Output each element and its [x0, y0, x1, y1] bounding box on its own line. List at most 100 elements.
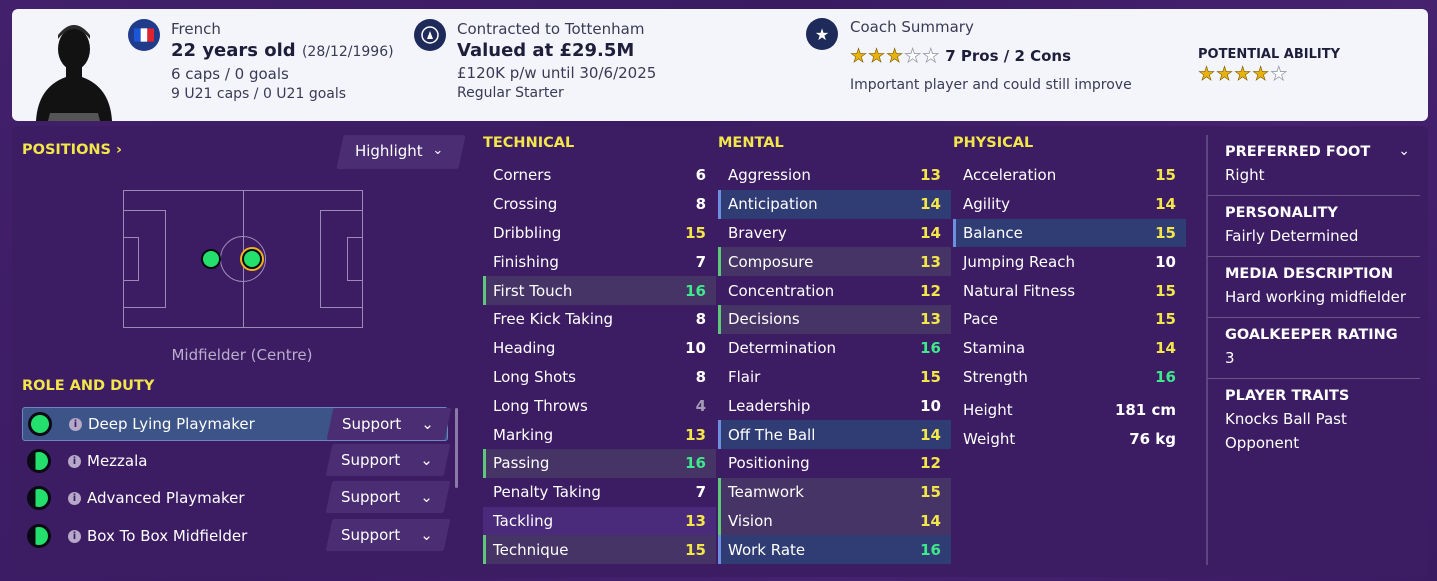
attribute-name: Leadership	[728, 396, 811, 415]
role-row[interactable]: i Mezzala Support ⌄	[22, 444, 451, 478]
attribute-row-technique[interactable]: Technique 15	[483, 535, 716, 565]
highlight-dropdown[interactable]: Highlight ⌄	[336, 135, 466, 169]
attribute-row-free-kick-taking[interactable]: Free Kick Taking 8	[483, 305, 716, 334]
chevron-down-icon: ⌄	[420, 488, 433, 506]
attribute-row-concentration[interactable]: Concentration 12	[718, 276, 951, 305]
preferred-foot: Right	[1225, 166, 1265, 184]
attribute-row-crossing[interactable]: Crossing 8	[483, 190, 716, 219]
attribute-row-marking[interactable]: Marking 13	[483, 420, 716, 449]
club-crest-icon[interactable]	[414, 19, 446, 51]
goalkeeper-rating: 3	[1225, 349, 1235, 367]
attribute-row-strength[interactable]: Strength 16	[953, 363, 1186, 392]
attribute-row-aggression[interactable]: Aggression 13	[718, 161, 951, 190]
attribute-name: Dribbling	[493, 223, 562, 242]
attribute-row-long-shots[interactable]: Long Shots 8	[483, 363, 716, 392]
attribute-row-flair[interactable]: Flair 15	[718, 363, 951, 392]
role-row[interactable]: i Advanced Playmaker Support ⌄	[22, 481, 451, 515]
attribute-row-determination[interactable]: Determination 16	[718, 334, 951, 363]
attribute-row-natural-fitness[interactable]: Natural Fitness 15	[953, 276, 1186, 305]
attribute-value: 8	[695, 367, 706, 386]
u21-caps: 9 U21 caps / 0 U21 goals	[171, 86, 347, 102]
attributes-panel: POSITIONS › Highlight ⌄ Midfielder (Cent…	[12, 126, 1428, 577]
chevron-down-icon[interactable]: ⌄	[1398, 143, 1410, 159]
attribute-value: 15	[1155, 166, 1176, 185]
info-icon[interactable]: i	[68, 491, 81, 505]
duty-dropdown[interactable]: Support ⌄	[325, 481, 451, 513]
duty-dropdown[interactable]: Support ⌄	[325, 444, 451, 476]
attribute-value: 13	[920, 310, 941, 329]
attribute-name: Balance	[963, 223, 1023, 242]
attribute-row-composure[interactable]: Composure 13	[718, 247, 951, 277]
positions-link[interactable]: POSITIONS ›	[22, 142, 122, 158]
star-filled-icon: ★	[1198, 62, 1216, 85]
star-filled-icon: ★	[850, 45, 868, 67]
roles-scrollbar[interactable]	[455, 408, 458, 488]
attribute-name: Jumping Reach	[963, 252, 1075, 271]
info-icon[interactable]: i	[68, 454, 81, 468]
attribute-value: 6	[695, 166, 706, 185]
attribute-row-jumping-reach[interactable]: Jumping Reach 10	[953, 247, 1186, 276]
attribute-value: 16	[685, 454, 706, 473]
potential-ability-stars: ★ ★ ★ ★ ★	[1198, 62, 1288, 85]
attribute-name: Crossing	[493, 195, 558, 214]
role-row[interactable]: i Deep Lying Playmaker Support ⌄	[22, 407, 452, 441]
attribute-value: 14	[920, 511, 941, 530]
attribute-name: Long Shots	[493, 367, 576, 386]
pros-cons[interactable]: 7 Pros / 2 Cons	[945, 47, 1071, 65]
attribute-name: Pace	[963, 310, 999, 329]
attribute-row-vision[interactable]: Vision 14	[718, 506, 951, 536]
attribute-row-tackling[interactable]: Tackling 13	[483, 506, 716, 536]
attribute-row-finishing[interactable]: Finishing 7	[483, 247, 716, 276]
duty-dropdown[interactable]: Support ⌄	[325, 519, 451, 551]
attribute-name: Acceleration	[963, 166, 1057, 185]
attribute-value: 15	[1155, 223, 1176, 242]
attribute-row-off-the-ball[interactable]: Off The Ball 14	[718, 420, 951, 449]
attribute-value: 12	[920, 454, 941, 473]
coach-summary-label[interactable]: Coach Summary	[850, 17, 1132, 37]
attribute-name: Decisions	[728, 310, 800, 329]
attribute-row-leadership[interactable]: Leadership 10	[718, 391, 951, 420]
mental-title: MENTAL	[718, 135, 784, 151]
attribute-row-first-touch[interactable]: First Touch 16	[483, 276, 716, 305]
attribute-row-pace[interactable]: Pace 15	[953, 305, 1186, 334]
info-icon[interactable]: i	[69, 417, 82, 431]
attribute-row-dribbling[interactable]: Dribbling 15	[483, 219, 716, 248]
role-row[interactable]: i Box To Box Midfielder Support ⌄	[22, 519, 451, 553]
attribute-row-positioning[interactable]: Positioning 12	[718, 449, 951, 478]
attribute-row-long-throws[interactable]: Long Throws 4	[483, 391, 716, 420]
attribute-row-acceleration[interactable]: Acceleration 15	[953, 161, 1186, 190]
height-row: Height 181 cm	[953, 395, 1186, 424]
duty-dropdown[interactable]: Support ⌄	[326, 408, 452, 440]
media-description: Hard working midfielder	[1225, 288, 1406, 306]
attribute-name: Positioning	[728, 454, 810, 473]
attribute-name: Vision	[728, 511, 773, 530]
squad-status: Regular Starter	[457, 85, 564, 101]
attribute-row-teamwork[interactable]: Teamwork 15	[718, 477, 951, 507]
attribute-row-work-rate[interactable]: Work Rate 16	[718, 535, 951, 565]
attribute-name: Strength	[963, 367, 1028, 386]
attribute-row-penalty-taking[interactable]: Penalty Taking 7	[483, 478, 716, 507]
attribute-row-corners[interactable]: Corners 6	[483, 161, 716, 190]
contract-club[interactable]: Contracted to Tottenham	[457, 19, 656, 39]
attribute-value: 7	[695, 252, 706, 271]
attribute-row-heading[interactable]: Heading 10	[483, 334, 716, 363]
attribute-row-anticipation[interactable]: Anticipation 14	[718, 189, 951, 219]
attribute-row-balance[interactable]: Balance 15	[953, 218, 1186, 248]
attribute-name: Anticipation	[728, 195, 818, 214]
attribute-row-stamina[interactable]: Stamina 14	[953, 334, 1186, 363]
player-avatar	[36, 25, 112, 121]
attribute-row-decisions[interactable]: Decisions 13	[718, 304, 951, 334]
media-description-block: MEDIA DESCRIPTION Hard working midfielde…	[1207, 257, 1420, 318]
date-of-birth: (28/12/1996)	[301, 44, 394, 60]
attribute-name: Passing	[493, 454, 550, 473]
attribute-row-agility[interactable]: Agility 14	[953, 190, 1186, 219]
position-pitch[interactable]	[123, 190, 363, 328]
role-suitability-icon	[27, 486, 51, 510]
attribute-value: 15	[920, 367, 941, 386]
attribute-value: 16	[685, 281, 706, 300]
attribute-name: Natural Fitness	[963, 281, 1076, 300]
attribute-row-bravery[interactable]: Bravery 14	[718, 219, 951, 248]
player-trait[interactable]: Knocks Ball Past Opponent	[1225, 407, 1375, 455]
info-icon[interactable]: i	[68, 529, 81, 543]
attribute-row-passing[interactable]: Passing 16	[483, 448, 716, 478]
